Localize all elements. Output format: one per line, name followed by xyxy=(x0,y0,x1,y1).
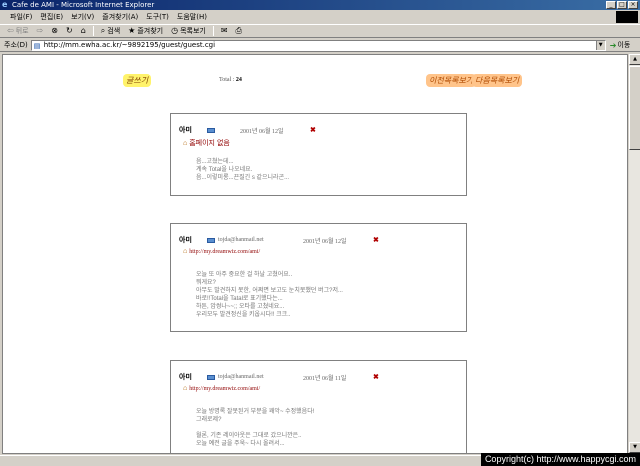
address-dropdown-button[interactable]: ▼ xyxy=(595,40,605,50)
page-icon: ▤ xyxy=(33,41,41,50)
mail-icon: ✉ xyxy=(220,26,228,35)
search-icon: ⌕ xyxy=(100,26,106,35)
menu-bar: 파일(F) 편집(E) 보기(V) 즐겨찾기(A) 도구(T) 도움말(H) xyxy=(0,11,640,23)
guestbook-entry: 아미 2001년 06월 12일 ✖ ⌂ 홈페이지 없음 음...고쳤는데...… xyxy=(170,113,467,196)
address-url: http://mm.ewha.ac.kr/~9892195/guest/gues… xyxy=(43,40,216,49)
scroll-down-icon[interactable]: ▼ xyxy=(629,442,640,453)
maximize-button[interactable]: □ xyxy=(617,1,627,9)
menu-edit[interactable]: 편집(E) xyxy=(36,11,67,23)
next-list-link[interactable]: 다음목록보기 xyxy=(472,74,523,87)
copyright-watermark: Copyright(c) http://www.happycgi.com xyxy=(480,453,640,466)
homepage-icon: ⌂ xyxy=(183,248,188,255)
window-title: Cafe de AMI - Microsoft Internet Explore… xyxy=(12,1,155,9)
minimize-button[interactable]: _ xyxy=(606,1,616,9)
stop-button[interactable]: ⊗ xyxy=(48,25,61,37)
homepage-icon: ⌂ xyxy=(183,139,188,147)
entry-homepage-link[interactable]: http://my.dreamwiz.com/ami/ xyxy=(189,249,260,255)
menu-view[interactable]: 보기(V) xyxy=(67,11,98,23)
close-button[interactable]: × xyxy=(628,1,638,9)
vertical-scrollbar[interactable]: ▲ ▼ xyxy=(628,54,640,454)
print-icon: ⎙ xyxy=(235,26,242,35)
go-arrow-icon: ➔ xyxy=(609,40,617,50)
title-bar: e Cafe de AMI - Microsoft Internet Explo… xyxy=(0,0,640,10)
menu-favorites[interactable]: 즐겨찾기(A) xyxy=(98,11,142,23)
home-button[interactable]: ⌂ xyxy=(78,25,89,37)
entry-author: 아미 xyxy=(179,237,192,244)
email-icon[interactable] xyxy=(207,127,215,133)
guestbook-entry: 아미 tojda@hanmail.net 2001년 06월 11일 ✖ ⌂ h… xyxy=(170,360,467,453)
forward-button[interactable]: ⇨ xyxy=(34,25,47,37)
prev-list-link[interactable]: 이전목록보기 xyxy=(426,74,477,87)
entry-message: 오늘 방명록 잘못된거 부분을 꽤악~ 수정했음다! 그래로제? 월론, 기존 … xyxy=(196,409,315,447)
entry-email[interactable]: tojda@hanmail.net xyxy=(218,374,303,380)
search-button[interactable]: ⌕ 검색 xyxy=(98,25,123,37)
entry-homepage-link[interactable]: http://my.dreamwiz.com/ami/ xyxy=(189,386,260,392)
entry-date: 2001년 06월 12일 xyxy=(303,238,347,245)
toolbar-separator xyxy=(212,26,214,36)
ie-icon: e xyxy=(2,0,8,9)
back-arrow-icon: ⇦ xyxy=(7,26,14,35)
address-input[interactable]: ▤ http://mm.ewha.ac.kr/~9892195/guest/gu… xyxy=(30,39,606,51)
delete-icon[interactable]: ✖ xyxy=(373,373,379,381)
email-icon[interactable] xyxy=(207,237,215,243)
scroll-thumb[interactable] xyxy=(629,66,640,150)
scroll-up-icon[interactable]: ▲ xyxy=(629,54,640,65)
history-icon: ◷ xyxy=(171,26,179,35)
history-button[interactable]: ◷ 목록보기 xyxy=(168,25,209,37)
total-count: Total : 24 xyxy=(219,77,242,83)
entry-date: 2001년 06월 11일 xyxy=(303,375,347,382)
menu-file[interactable]: 파일(F) xyxy=(6,11,36,23)
homepage-icon: ⌂ xyxy=(183,385,188,392)
page-content: 글쓰기 Total : 24 이전목록보기 다음목록보기 아미 2001년 06… xyxy=(2,54,628,454)
mail-button[interactable]: ✉ xyxy=(218,25,231,37)
address-label: 주소(D) xyxy=(4,41,28,49)
email-icon[interactable] xyxy=(207,374,215,380)
refresh-icon: ↻ xyxy=(66,26,73,35)
entry-message: 오늘 또 아주 중요한 걸 하날 고쳤어요.. 뭐게요? 아무도 발견하지 못한… xyxy=(196,272,343,318)
entry-author: 아미 xyxy=(179,127,192,134)
menu-help[interactable]: 도움말(H) xyxy=(173,11,211,23)
write-link[interactable]: 글쓰기 xyxy=(123,74,152,87)
entry-author: 아미 xyxy=(179,374,192,381)
stop-icon: ⊗ xyxy=(51,26,58,35)
guestbook-entry: 아미 tojda@hanmail.net 2001년 06월 12일 ✖ ⌂ h… xyxy=(170,223,467,332)
forward-arrow-icon: ⇨ xyxy=(36,26,44,35)
go-button[interactable]: ➔ 이동 xyxy=(610,40,631,50)
address-bar: 주소(D) ▤ http://mm.ewha.ac.kr/~9892195/gu… xyxy=(0,39,640,52)
entry-date: 2001년 06월 12일 xyxy=(240,128,284,135)
browser-window: e Cafe de AMI - Microsoft Internet Explo… xyxy=(0,0,640,466)
windows-logo-icon xyxy=(616,11,638,23)
print-button[interactable]: ⎙ xyxy=(233,25,245,37)
entry-email[interactable]: tojda@hanmail.net xyxy=(218,237,303,243)
favorites-icon: ★ xyxy=(128,26,136,35)
home-icon: ⌂ xyxy=(80,26,86,35)
entry-message: 음...고쳤는데... 계속 Total을 나오네요. 음...이렇미롱...끈… xyxy=(196,159,290,181)
toolbar: ⇦ 뒤로 ⇨ ⊗ ↻ ⌂ ⌕ 검색 ★ 즐겨찾기 ◷ 목록보기 ✉ ⎙ xyxy=(0,24,640,38)
delete-icon[interactable]: ✖ xyxy=(310,126,316,134)
toolbar-separator xyxy=(92,26,94,36)
total-value: 24 xyxy=(235,77,242,83)
back-button[interactable]: ⇦ 뒤로 xyxy=(4,25,32,37)
delete-icon[interactable]: ✖ xyxy=(373,236,379,244)
favorites-button[interactable]: ★ 즐겨찾기 xyxy=(125,25,166,37)
menu-tools[interactable]: 도구(T) xyxy=(142,11,173,23)
entry-homepage: 홈페이지 없음 xyxy=(189,140,230,147)
refresh-button[interactable]: ↻ xyxy=(63,25,76,37)
